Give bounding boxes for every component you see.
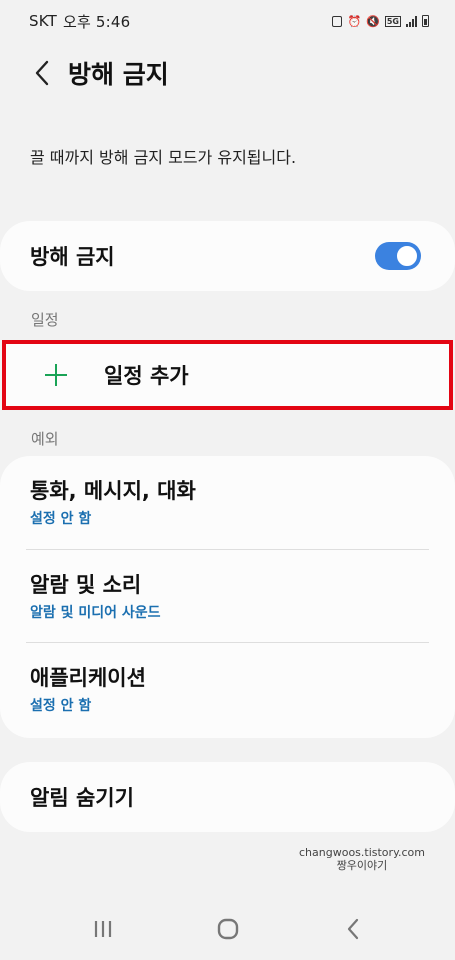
battery-icon [422,15,429,27]
back-nav-button[interactable] [323,904,383,954]
lock-screen-icon [332,15,343,27]
exception-title: 알람 및 소리 [30,572,142,597]
status-left: SKT 오후 5:46 [29,11,130,32]
switch-knob [396,245,418,267]
navigation-bar [0,898,455,960]
exceptions-card: 통화, 메시지, 대화 설정 안 함 알람 및 소리 알람 및 미디어 사운드 … [0,456,455,738]
mute-icon: 🔇 [366,14,380,28]
exception-subtitle: 설정 안 함 [30,697,92,714]
watermark: changwoos.tistory.com 짱우이야기 [299,846,425,872]
dnd-switch[interactable] [375,242,421,270]
add-schedule-label: 일정 추가 [104,364,189,388]
exceptions-section-label: 예외 [31,430,59,448]
network-type-icon: 5G [384,15,401,27]
exception-subtitle: 알람 및 미디어 사운드 [30,604,161,621]
status-bar: SKT 오후 5:46 ⏰ 🔇 5G [0,0,455,42]
schedule-section-label: 일정 [31,311,59,329]
exception-title: 애플리케이션 [30,665,146,690]
watermark-url: changwoos.tistory.com [299,846,425,859]
page-title: 방해 금지 [68,60,169,89]
exception-applications[interactable]: 애플리케이션 설정 안 함 [26,642,429,735]
chevron-left-icon [35,60,49,86]
hide-notifications-row[interactable]: 알림 숨기기 [0,762,455,832]
exception-subtitle: 설정 안 함 [30,511,92,527]
status-icons: ⏰ 🔇 5G [332,15,429,27]
exception-alarms-sounds[interactable]: 알람 및 소리 알람 및 미디어 사운드 [26,549,429,642]
add-schedule-button[interactable]: 일정 추가 [2,340,453,410]
recent-apps-button[interactable] [73,904,133,954]
clock-label: 오후 5:46 [62,12,131,31]
dnd-label: 방해 금지 [30,245,115,269]
home-icon [217,918,238,940]
watermark-name: 짱우이야기 [336,859,388,872]
recent-apps-icon [94,921,111,937]
dnd-toggle-row[interactable]: 방해 금지 [0,221,455,291]
app-header: 방해 금지 [0,50,455,96]
home-button[interactable] [198,904,258,954]
signal-icon [406,15,417,27]
exception-title: 통화, 메시지, 대화 [30,479,196,503]
dnd-description: 끌 때까지 방해 금지 모드가 유지됩니다. [30,148,297,167]
exception-calls-messages[interactable]: 통화, 메시지, 대화 설정 안 함 [26,456,429,549]
carrier-label: SKT [29,12,57,30]
alarm-icon: ⏰ [347,14,362,28]
back-nav-icon [347,918,358,940]
plus-icon [43,362,69,388]
hide-notifications-label: 알림 숨기기 [30,786,134,810]
back-button[interactable] [22,50,62,96]
